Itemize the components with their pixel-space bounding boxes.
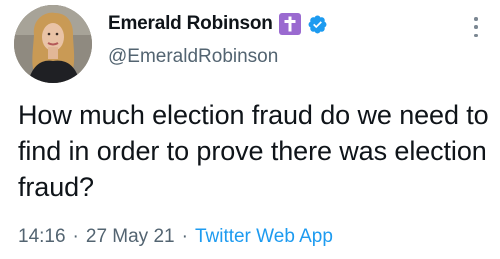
tweet-source-link[interactable]: Twitter Web App xyxy=(195,226,333,248)
latin-cross-icon xyxy=(278,13,301,35)
more-dot xyxy=(474,33,478,37)
more-dot xyxy=(474,25,478,29)
name-row: Emerald Robinson xyxy=(108,10,328,38)
tweet-text: How much election fraud do we need to fi… xyxy=(18,100,489,202)
handle[interactable]: @EmeraldRobinson xyxy=(108,46,328,68)
separator: · xyxy=(181,226,188,247)
separator: · xyxy=(72,226,79,247)
tweet-meta: 14:16 · 27 May 21 · Twitter Web App xyxy=(18,226,333,248)
verified-check-icon xyxy=(307,14,328,35)
tweet-card: Emerald Robinson @EmeraldRobinson How mu… xyxy=(0,0,500,259)
display-name[interactable]: Emerald Robinson xyxy=(108,13,273,35)
author-header: Emerald Robinson @EmeraldRobinson xyxy=(108,10,328,68)
more-dot xyxy=(474,17,478,21)
tweet-time[interactable]: 14:16 xyxy=(18,226,66,248)
more-vertical-icon[interactable] xyxy=(468,17,484,37)
tweet-date[interactable]: 27 May 21 xyxy=(86,226,175,248)
avatar[interactable] xyxy=(14,5,92,83)
